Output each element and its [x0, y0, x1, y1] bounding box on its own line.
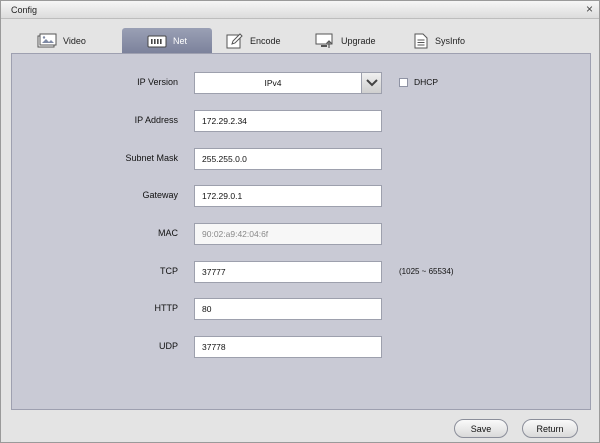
encode-icon: [226, 32, 244, 49]
tcp-range-hint: (1025 ~ 65534): [399, 267, 454, 276]
ip-address-input[interactable]: 172.29.2.34: [194, 110, 382, 132]
save-button[interactable]: Save: [454, 419, 508, 438]
tcp-row: TCP 37777 (1025 ~ 65534): [12, 261, 592, 283]
tab-net[interactable]: Net: [122, 28, 212, 53]
subnet-mask-label: Subnet Mask: [125, 153, 178, 163]
ip-version-row: IP Version IPv4 DHCP: [12, 72, 592, 94]
net-settings-panel: IP Version IPv4 DHCP IP Address 172.29.2…: [11, 53, 591, 410]
upgrade-icon: [315, 33, 335, 49]
ip-address-label: IP Address: [134, 115, 178, 125]
tcp-port-input[interactable]: 37777: [194, 261, 382, 283]
udp-port-input[interactable]: 37778: [194, 336, 382, 358]
tcp-label: TCP: [160, 266, 178, 276]
http-label: HTTP: [154, 303, 179, 313]
tab-encode[interactable]: Encode: [218, 28, 289, 53]
mac-input: 90:02:a9:42:04:6f: [194, 223, 382, 245]
tab-net-label: Net: [172, 35, 187, 46]
tab-video-label: Video: [63, 35, 86, 46]
title-bar: Config ×: [1, 1, 599, 19]
gateway-row: Gateway 172.29.0.1: [12, 185, 592, 207]
udp-label: UDP: [158, 341, 178, 351]
http-row: HTTP 80: [12, 298, 592, 320]
dhcp-checkbox[interactable]: [399, 77, 408, 87]
tab-bar: Video Net Encode Upgrade SysInfo: [11, 28, 591, 53]
tab-sysinfo[interactable]: SysInfo: [405, 28, 473, 53]
ip-version-label: IP Version: [137, 77, 178, 87]
net-icon: [147, 33, 167, 49]
ip-version-value: IPv4: [264, 78, 282, 88]
sysinfo-icon: [413, 33, 429, 49]
video-icon: [37, 33, 57, 49]
tab-upgrade[interactable]: Upgrade: [307, 28, 384, 53]
ip-address-row: IP Address 172.29.2.34: [12, 110, 592, 132]
gateway-input[interactable]: 172.29.0.1: [194, 185, 382, 207]
tab-video[interactable]: Video: [29, 28, 94, 53]
mac-label: MAC: [158, 228, 178, 238]
subnet-mask-row: Subnet Mask 255.255.0.0: [12, 148, 592, 170]
config-window: Config × Video Net Encode Upgrade SysInf…: [0, 0, 600, 443]
tab-sysinfo-label: SysInfo: [435, 35, 466, 46]
return-button[interactable]: Return: [522, 419, 578, 438]
tab-upgrade-label: Upgrade: [341, 35, 376, 46]
udp-row: UDP 37778: [12, 336, 592, 358]
subnet-mask-input[interactable]: 255.255.0.0: [194, 148, 382, 170]
tab-encode-label: Encode: [250, 35, 281, 46]
mac-row: MAC 90:02:a9:42:04:6f: [12, 223, 592, 245]
dhcp-label: DHCP: [414, 77, 439, 87]
gateway-label: Gateway: [142, 190, 178, 200]
dhcp-option: DHCP: [399, 77, 438, 87]
close-icon[interactable]: ×: [586, 2, 593, 16]
window-title: Config: [11, 5, 38, 15]
chevron-down-icon[interactable]: [361, 73, 381, 93]
ip-version-select[interactable]: IPv4: [194, 72, 382, 94]
http-port-input[interactable]: 80: [194, 298, 382, 320]
